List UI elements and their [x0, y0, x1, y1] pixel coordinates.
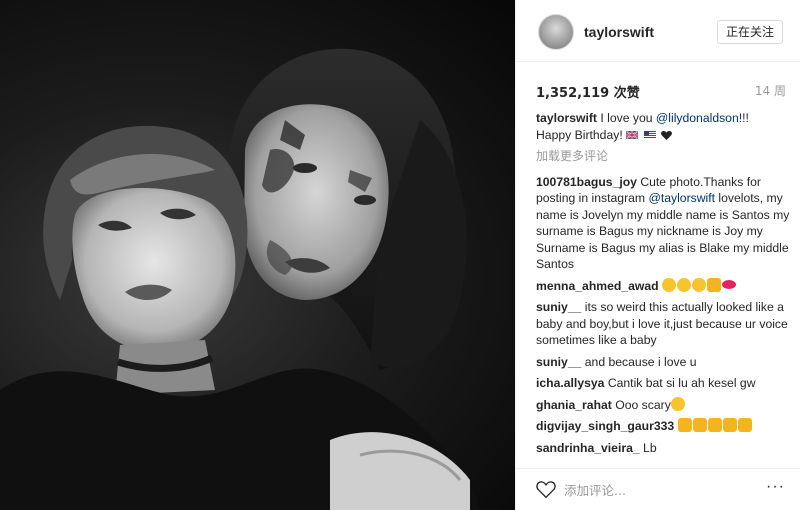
- comment-text: I love you: [596, 111, 656, 125]
- comment-text: Ooo scary: [611, 397, 671, 412]
- avatar[interactable]: [538, 14, 574, 50]
- comment-text: Lb: [639, 440, 657, 455]
- mention-link[interactable]: @taylorswift: [648, 191, 715, 205]
- comment-list: taylorswift I love you @lilydonaldson!!!…: [536, 110, 790, 461]
- comment-username[interactable]: taylorswift: [536, 111, 597, 125]
- heart-eyes-emoji: [677, 277, 691, 292]
- thumbs-up-emoji: [692, 418, 707, 432]
- comment-item: 100781bagus_joy Cute photo.Thanks for po…: [536, 174, 790, 273]
- thumbs-up-emoji: [677, 418, 692, 432]
- comment-text: Cantik bat si lu ah kesel gw: [604, 376, 756, 390]
- thumbs-up-emoji: [707, 277, 721, 292]
- following-button[interactable]: 正在关注: [717, 20, 783, 44]
- lips-emoji: [722, 279, 736, 289]
- uk-flag-icon: [626, 131, 639, 140]
- comment-username[interactable]: suniy__: [536, 300, 581, 314]
- thumbs-up-emoji: [737, 418, 752, 432]
- comment-item: suniy__ its so weird this actually looke…: [536, 299, 790, 349]
- comment-text: and because i love u: [581, 354, 697, 369]
- comment-username[interactable]: icha.allysya: [536, 376, 604, 390]
- comment-username[interactable]: 100781bagus_joy: [536, 175, 637, 189]
- heart-eyes-emoji: [692, 277, 706, 292]
- comment-username[interactable]: sandrinha_vieira_: [536, 441, 640, 455]
- comment-username[interactable]: menna_ahmed_awad: [536, 279, 659, 293]
- comment-item: icha.allysya Cantik bat si lu ah kesel g…: [536, 375, 790, 392]
- author-username[interactable]: taylorswift: [584, 24, 654, 40]
- comment-username[interactable]: ghania_rahat: [536, 398, 612, 412]
- comment-footer: ···: [516, 468, 800, 510]
- comment-item: sandrinha_vieira_ Lb: [536, 440, 790, 457]
- more-options-button[interactable]: ···: [766, 478, 785, 496]
- likes-row: 1,352,119 次赞 14 周: [536, 82, 786, 102]
- comment-item: ghania_rahat Ooo scary: [536, 396, 790, 414]
- heart-outline-icon[interactable]: [536, 479, 556, 499]
- comment-username[interactable]: suniy__: [536, 355, 581, 369]
- us-flag-icon: [643, 131, 656, 140]
- comment-input[interactable]: [564, 480, 754, 500]
- heart-eyes-emoji: [662, 277, 676, 292]
- thumbs-up-emoji: [722, 418, 737, 432]
- post-photo[interactable]: [0, 0, 515, 510]
- comment-item: digvijay_singh_gaur333: [536, 418, 790, 435]
- caption: taylorswift I love you @lilydonaldson!!!…: [536, 110, 790, 143]
- black-heart-icon: [660, 130, 672, 140]
- post-header: taylorswift 正在关注: [516, 0, 800, 62]
- thumbs-up-emoji: [707, 418, 722, 432]
- comment-item: menna_ahmed_awad: [536, 277, 790, 295]
- post-timestamp[interactable]: 14 周: [755, 82, 786, 99]
- comment-username[interactable]: digvijay_singh_gaur333: [536, 419, 674, 433]
- post-sidebar: taylorswift 正在关注 1,352,119 次赞 14 周 taylo…: [515, 0, 800, 510]
- photo-illustration: [0, 48, 480, 510]
- comment-text: Happy Birthday!: [536, 127, 627, 142]
- mention-link[interactable]: @lilydonaldson: [656, 111, 739, 125]
- likes-count[interactable]: 1,352,119 次赞: [536, 82, 640, 101]
- comment-text: !!!: [738, 111, 749, 125]
- load-more-comments-link[interactable]: 加载更多评论: [536, 148, 790, 165]
- scream-emoji: [670, 396, 685, 411]
- comment-item: suniy__ and because i love u: [536, 354, 790, 371]
